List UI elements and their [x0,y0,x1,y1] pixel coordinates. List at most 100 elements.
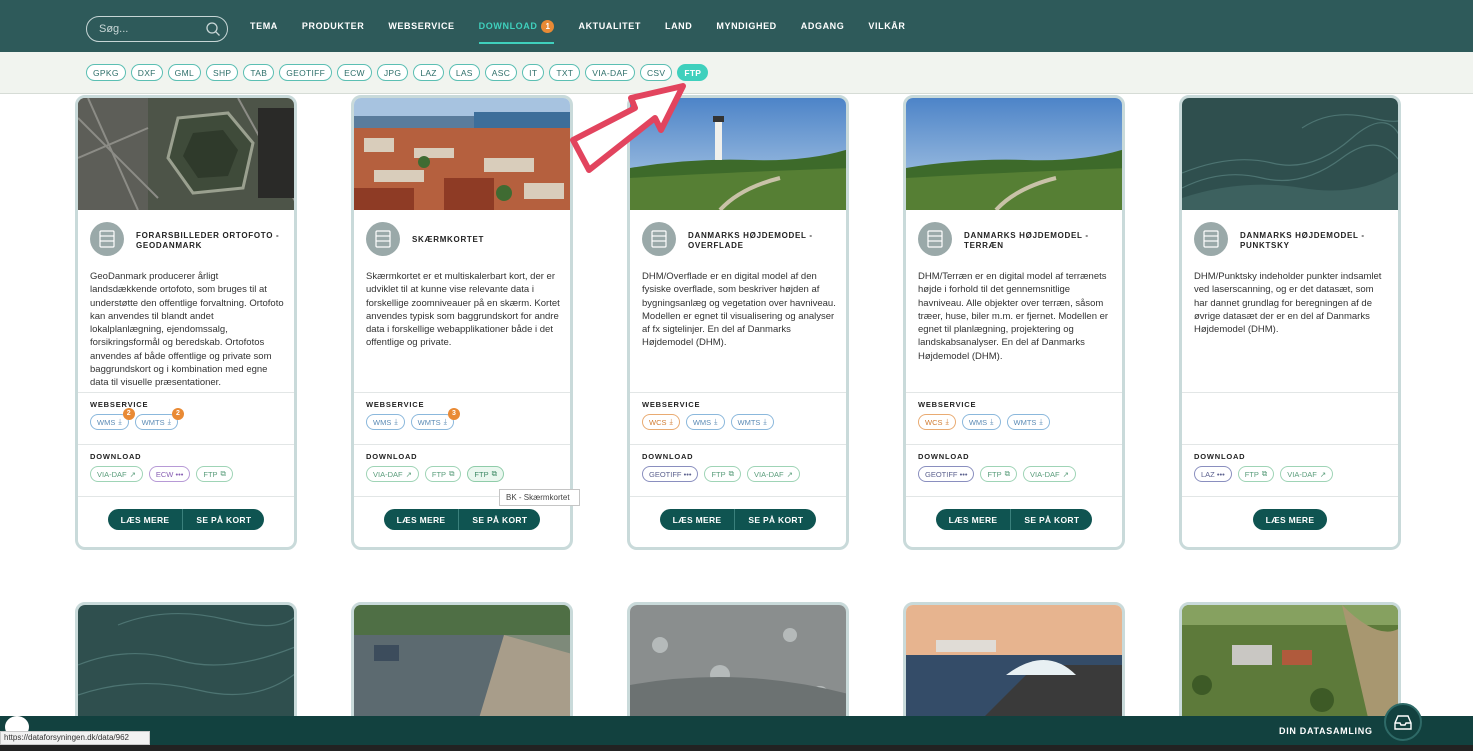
pill-label: WCS [925,417,943,427]
dl-geotiff-pill[interactable]: GEOTIFF ••• [918,466,975,482]
card-image-coast [906,605,1122,729]
ws-wms-pill[interactable]: WMS ⤓ [366,414,405,430]
nav-produkter[interactable]: PRODUKTER [302,0,364,52]
ws-wcs-pill[interactable]: WCS ⤓ [642,414,680,430]
download-icon: ⤓ [945,417,949,426]
ws-wms-pill[interactable]: WMS ⤓ 2 [90,408,135,430]
format-chip-shp[interactable]: SHP [206,64,239,81]
data-collection-label[interactable]: DIN DATASAMLING [1279,726,1373,736]
format-chip-laz[interactable]: LAZ [413,64,444,81]
dl-ftp-pill[interactable]: FTP ⧉ [1237,466,1275,482]
ws-wmts-pill[interactable]: WMTS ⤓ 3 [410,408,460,430]
download-icon: ⤓ [763,417,767,426]
pill-label: LAZ ••• [1201,469,1225,479]
format-chip-asc[interactable]: ASC [484,64,518,81]
see-map-button[interactable]: SE PÅ KORT [183,509,265,530]
dl-ftp-pill[interactable]: FTP ⧉ [424,466,462,482]
dataset-card-dhm-punktsky: DANMARKS HØJDEMODEL - PUNKTSKY DHM/Punkt… [1179,95,1401,550]
dl-via-daf-pill[interactable]: VIA-DAF ↗ [1280,466,1334,482]
data-collection-button[interactable] [1384,703,1422,741]
ws-wmts-pill[interactable]: WMTS ⤓ [730,414,774,430]
nav-webservice[interactable]: WEBSERVICE [388,0,454,52]
external-link-icon: ↗ [129,469,136,479]
dataset-card-row2-1 [75,602,297,732]
format-chip-jpg[interactable]: JPG [376,64,409,81]
ws-wcs-pill[interactable]: WCS ⤓ [918,414,956,430]
download-section: DOWNLOAD GEOTIFF ••• FTP ⧉ VIA-DAF ↗ [630,444,846,496]
read-more-button[interactable]: LÆS MERE [1252,509,1328,530]
ws-wmts-pill[interactable]: WMTS ⤓ [1006,414,1050,430]
format-chip-tab[interactable]: TAB [243,64,275,81]
format-chip-ecw[interactable]: ECW [337,64,372,81]
format-chip-gpkg[interactable]: GPKG [86,64,126,81]
dataset-icon [918,222,952,256]
format-chip-las[interactable]: LAS [448,64,480,81]
dl-ftp-pill[interactable]: FTP ⧉ [196,466,233,482]
dl-ftp-pill[interactable]: FTP ⧉ [704,466,741,482]
nav-aktualitet[interactable]: AKTUALITET [578,0,641,52]
webservice-section: WEBSERVICE WCS ⤓ WMS ⤓ WMTS ⤓ [630,392,846,444]
download-label: DOWNLOAD [1194,452,1246,461]
format-chip-geotiff[interactable]: GEOTIFF [279,64,333,81]
nav-myndighed[interactable]: MYNDIGHED [716,0,776,52]
dl-via-daf-pill[interactable]: VIA-DAF ↗ [1023,466,1076,482]
see-map-button[interactable]: SE PÅ KORT [459,509,541,530]
search-input[interactable] [99,21,209,37]
dl-via-daf-pill[interactable]: VIA-DAF ↗ [90,466,143,482]
card-image-city [354,98,570,210]
card-title: DANMARKS HØJDEMODEL - OVERFLADE [688,231,813,250]
read-more-button[interactable]: LÆS MERE [935,509,1012,530]
pill-label: WMS [692,417,712,427]
card-image-landscape [906,98,1122,210]
download-section: DOWNLOAD LAZ ••• FTP ⧉ VIA-DAF ↗ [1182,444,1398,496]
pill-label: VIA-DAF [1030,469,1060,479]
dl-via-daf-pill[interactable]: VIA-DAF ↗ [747,466,800,482]
dl-geotiff-pill[interactable]: GEOTIFF ••• [642,466,699,482]
ws-wmts-pill[interactable]: WMTS ⤓ 2 [134,408,184,430]
dataset-card-dhm-terraen: DANMARKS HØJDEMODEL - TERRÆN DHM/Terræn … [903,95,1125,550]
search-icon[interactable] [205,21,221,37]
nav-tema[interactable]: TEMA [250,0,278,52]
card-description: Skærmkortet er et multiskalerbart kort, … [366,271,560,349]
external-link-icon: ↗ [1319,469,1327,479]
search-box[interactable] [86,16,228,42]
webservice-label: WEBSERVICE [90,400,149,409]
dataset-card-ortofoto: FORARSBILLEDER ORTOFOTO - GEODANMARK Geo… [75,95,297,550]
nav-adgang[interactable]: ADGANG [801,0,845,52]
read-more-button[interactable]: LÆS MERE [659,509,736,530]
ws-wms-pill[interactable]: WMS ⤓ [685,414,725,430]
see-map-button[interactable]: SE PÅ KORT [735,509,817,530]
nav-download[interactable]: DOWNLOAD 1 [478,0,555,52]
card-image-flood [354,605,570,729]
external-link-icon: ↗ [405,469,412,479]
format-chip-it[interactable]: IT [522,64,545,81]
dl-ftp-pill[interactable]: FTP ⧉ [980,466,1017,482]
see-map-button[interactable]: SE PÅ KORT [1011,509,1093,530]
card-description: DHM/Terræn er en digital model af terræn… [918,271,1109,362]
format-chip-gml[interactable]: GML [167,64,201,81]
card-title: SKÆRMKORTET [412,235,485,244]
dataset-card-row2-2 [351,602,573,732]
pill-label: WMS [968,417,988,427]
download-icon: ⤓ [118,417,122,426]
annotation-arrow-icon [570,83,686,173]
pill-label: WMTS [737,417,761,427]
pill-badge: 2 [122,408,135,420]
pill-label: GEOTIFF ••• [925,469,968,479]
download-icon: ⤓ [1039,417,1043,426]
nav-vilkar[interactable]: VILKÅR [868,0,905,52]
dl-via-daf-pill[interactable]: VIA-DAF ↗ [366,466,419,482]
read-more-button[interactable]: LÆS MERE [107,509,184,530]
dl-ftp-pill-hover[interactable]: FTP ⧉ [467,466,504,482]
download-section: DOWNLOAD VIA-DAF ↗ ECW ••• FTP ⧉ [78,444,294,496]
ws-wms-pill[interactable]: WMS ⤓ [961,414,1001,430]
read-more-button[interactable]: LÆS MERE [383,509,460,530]
main-menu: TEMA PRODUKTER WEBSERVICE DOWNLOAD 1 AKTU… [250,0,930,52]
nav-land[interactable]: LAND [665,0,692,52]
download-label: DOWNLOAD [918,452,970,461]
copy-icon: ⧉ [491,469,497,478]
format-chip-dxf[interactable]: DXF [130,64,163,81]
dl-ecw-pill[interactable]: ECW ••• [148,466,191,482]
dl-laz-pill[interactable]: LAZ ••• [1194,466,1232,482]
webservice-section-empty [1182,392,1398,444]
